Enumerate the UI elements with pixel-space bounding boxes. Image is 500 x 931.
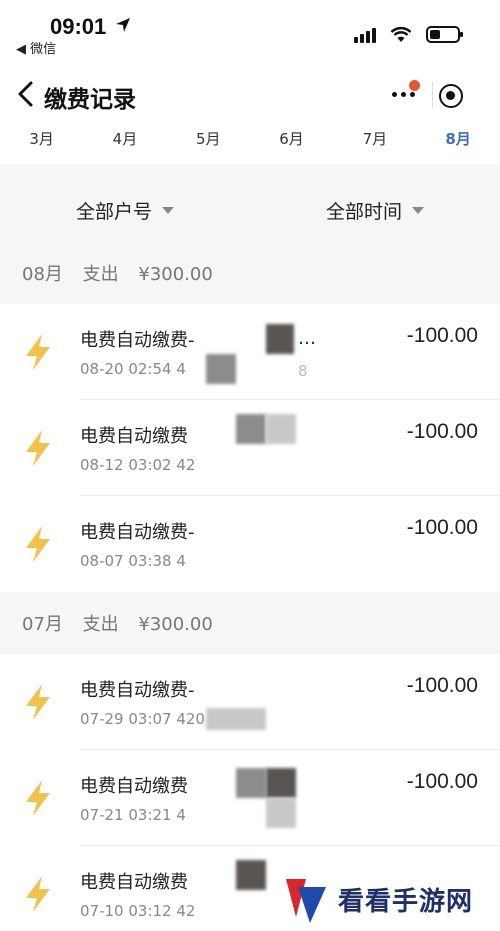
group-total: ¥300.00 [138,614,213,635]
list-item[interactable]: 电费自动缴费- 08-20 02:54 4 -100.00 … 8 [0,304,500,400]
month-tabs: 3月 4月 5月 6月 7月 8月 [0,122,500,164]
group-month: 07月 [22,614,63,635]
record-title: 电费自动缴费- [80,330,195,351]
back-chevron-icon[interactable] [16,80,36,108]
tab-month-7[interactable]: 7月 [333,122,416,164]
tab-month-5[interactable]: 5月 [167,122,250,164]
redaction-block [206,708,266,730]
wifi-icon [390,26,412,42]
cellular-signal-icon [354,27,376,43]
redaction-block [266,798,296,828]
tab-month-8[interactable]: 8月 [416,122,499,164]
filter-bar: 全部户号 全部时间 [0,176,500,244]
record-title: 电费自动缴费 [80,776,188,797]
lightning-bolt-icon [26,780,50,816]
lightning-bolt-icon [26,684,50,720]
record-time: 08-12 03:02 42 [80,456,196,474]
lightning-bolt-icon [26,876,50,912]
record-time: 08-07 03:38 4 [80,552,186,570]
lightning-bolt-icon [26,334,50,370]
notification-dot [409,80,420,91]
group-header-07: 07月 支出 ¥300.00 [22,610,227,636]
record-time: 07-29 03:07 420 [80,710,205,728]
status-time: 09:01 [50,14,107,39]
record-tail: 8 [298,362,308,380]
back-to-app-link[interactable]: ◀ 微信 [16,38,56,57]
status-bar: 09:01 ◀ 微信 [0,0,500,62]
watermark-logo-icon [286,878,326,923]
record-time: 07-21 03:21 4 [80,806,186,824]
watermark-text: 看看手游网 [338,887,474,917]
group-header-08: 08月 支出 ¥300.00 [22,260,227,286]
list-item[interactable]: 电费自动缴费- 08-07 03:38 4 -100.00 [0,496,500,592]
caret-down-icon [412,206,424,214]
account-filter-dropdown[interactable]: 全部户号 [0,176,250,244]
redaction-block [266,324,294,354]
watermark: 看看手游网 [270,868,500,931]
capsule-divider [432,82,433,108]
record-ellipsis: … [298,328,316,349]
redaction-block [266,414,296,444]
lightning-bolt-icon [26,430,50,466]
time-filter-dropdown[interactable]: 全部时间 [250,176,500,244]
record-amount: -100.00 [406,674,478,697]
redaction-block [236,414,266,444]
list-item[interactable]: 电费自动缴费 07-21 03:21 4 -100.00 [0,750,500,846]
caret-down-icon [162,206,174,214]
record-amount: -100.00 [406,420,478,443]
record-title: 电费自动缴费 [80,426,188,447]
status-icons [354,26,463,43]
record-title: 电费自动缴费- [80,522,195,543]
record-title: 电费自动缴费 [80,872,188,893]
record-amount: -100.00 [406,770,478,793]
group-label: 支出 [82,614,119,635]
time-filter-label: 全部时间 [325,200,402,223]
tab-month-3[interactable]: 3月 [0,122,83,164]
target-circle-icon[interactable] [439,84,463,108]
tab-month-6[interactable]: 6月 [250,122,333,164]
lightning-bolt-icon [26,526,50,562]
group-month: 08月 [22,264,63,285]
record-time: 07-10 03:12 42 [80,902,196,920]
redaction-block [266,768,296,798]
record-amount: -100.00 [406,516,478,539]
record-amount: -100.00 [406,324,478,347]
navbar: 缴费记录 [0,62,500,122]
battery-icon [426,26,463,43]
record-title: 电费自动缴费- [80,680,195,701]
list-item[interactable]: 电费自动缴费- 07-29 03:07 420 -100.00 [0,654,500,750]
redaction-block [206,354,236,384]
redaction-block [236,860,266,890]
page-title: 缴费记录 [44,87,136,113]
redaction-block [236,768,266,798]
ellipsis-icon[interactable] [392,92,415,97]
list-item[interactable]: 电费自动缴费 08-12 03:02 42 -100.00 [0,400,500,496]
tab-month-4[interactable]: 4月 [83,122,166,164]
record-time: 08-20 02:54 4 [80,360,186,378]
account-filter-label: 全部户号 [75,200,152,223]
group-label: 支出 [82,264,119,285]
group-total: ¥300.00 [138,264,213,285]
location-arrow-icon [116,18,130,32]
